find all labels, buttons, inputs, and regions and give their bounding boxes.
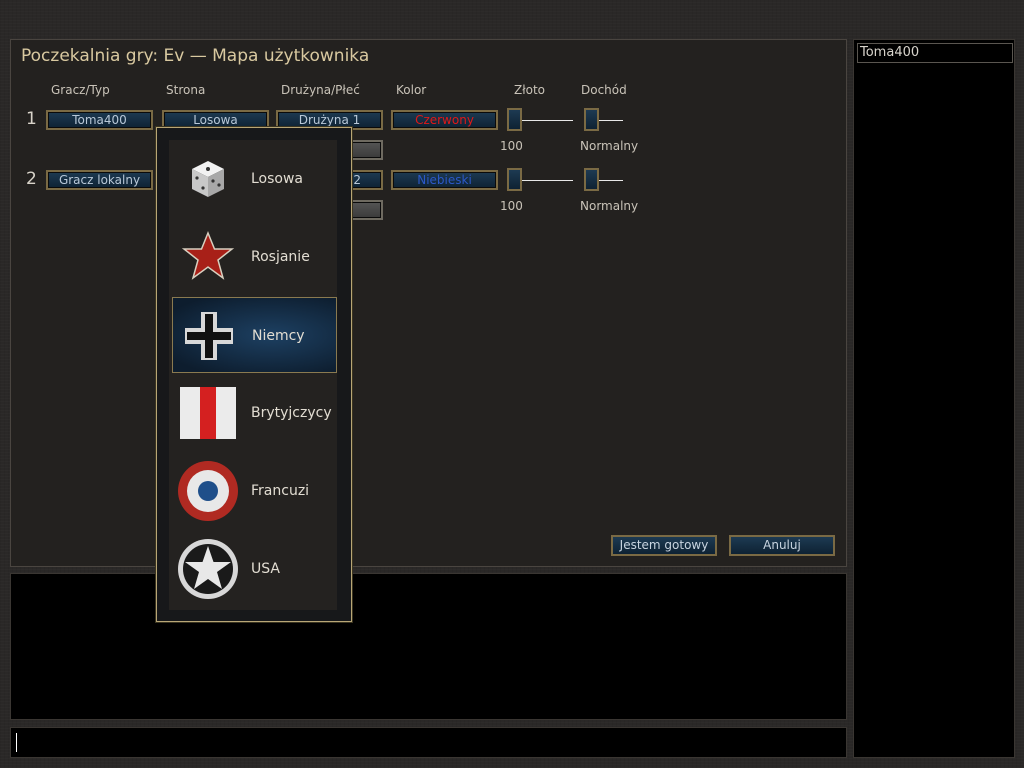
chat-input[interactable] [10, 727, 847, 758]
side-option-british[interactable]: Brytyjczycy [172, 375, 337, 451]
side-dropdown: Losowa Rosjanie Niemcy Brytyjczycy Franc… [156, 127, 352, 622]
chat-log [10, 573, 847, 720]
french-roundel-icon [178, 461, 238, 521]
income-value: Normalny [580, 199, 639, 213]
side-option-label: Francuzi [251, 483, 310, 499]
row-number: 1 [26, 109, 37, 129]
side-option-germans[interactable]: Niemcy [172, 297, 337, 373]
gold-slider-handle[interactable] [507, 168, 522, 191]
side-option-russians[interactable]: Rosjanie [172, 219, 337, 295]
us-star-icon [178, 539, 238, 599]
column-header-team: Drużyna/Płeć [281, 83, 360, 97]
player-type-button[interactable]: Toma400 [46, 110, 153, 130]
player-list-item[interactable]: Toma400 [857, 43, 1013, 63]
income-value: Normalny [580, 139, 639, 153]
side-option-label: Losowa [251, 171, 304, 187]
side-option-label: Brytyjczycy [251, 405, 332, 421]
text-caret [16, 733, 17, 752]
top-strip [0, 0, 1024, 38]
players-list: Toma400 [853, 39, 1015, 758]
column-header-player: Gracz/Typ [51, 83, 110, 97]
income-slider-track [599, 120, 623, 121]
player-type-button[interactable]: Gracz lokalny [46, 170, 153, 190]
gold-value: 100 [500, 199, 523, 213]
side-option-usa[interactable]: USA [172, 531, 337, 607]
side-option-label: Niemcy [252, 328, 305, 344]
column-header-side: Strona [166, 83, 206, 97]
row-number: 2 [26, 169, 37, 189]
balkenkreuz-icon [185, 312, 233, 360]
british-flag-icon [180, 387, 236, 439]
side-option-french[interactable]: Francuzi [172, 453, 337, 529]
cancel-button[interactable]: Anuluj [729, 535, 835, 556]
red-star-icon [181, 231, 235, 280]
side-option-random[interactable]: Losowa [172, 141, 337, 217]
page-title: Poczekalnia gry: Ev — Mapa użytkownika [21, 46, 370, 66]
gold-value: 100 [500, 139, 523, 153]
column-header-color: Kolor [396, 83, 427, 97]
gold-slider-track [521, 180, 573, 181]
color-button[interactable]: Niebieski [391, 170, 498, 190]
ready-button[interactable]: Jestem gotowy [611, 535, 717, 556]
gold-slider-handle[interactable] [507, 108, 522, 131]
income-slider-handle[interactable] [584, 108, 599, 131]
gold-slider-track [521, 120, 573, 121]
income-slider-track [599, 180, 623, 181]
side-option-label: USA [251, 561, 280, 577]
column-header-gold: Złoto [514, 83, 546, 97]
color-button[interactable]: Czerwony [391, 110, 498, 130]
income-slider-handle[interactable] [584, 168, 599, 191]
lobby-panel: Poczekalnia gry: Ev — Mapa użytkownika G… [10, 39, 847, 567]
column-header-income: Dochód [581, 83, 627, 97]
side-option-label: Rosjanie [251, 249, 310, 265]
dice-icon [192, 161, 224, 197]
